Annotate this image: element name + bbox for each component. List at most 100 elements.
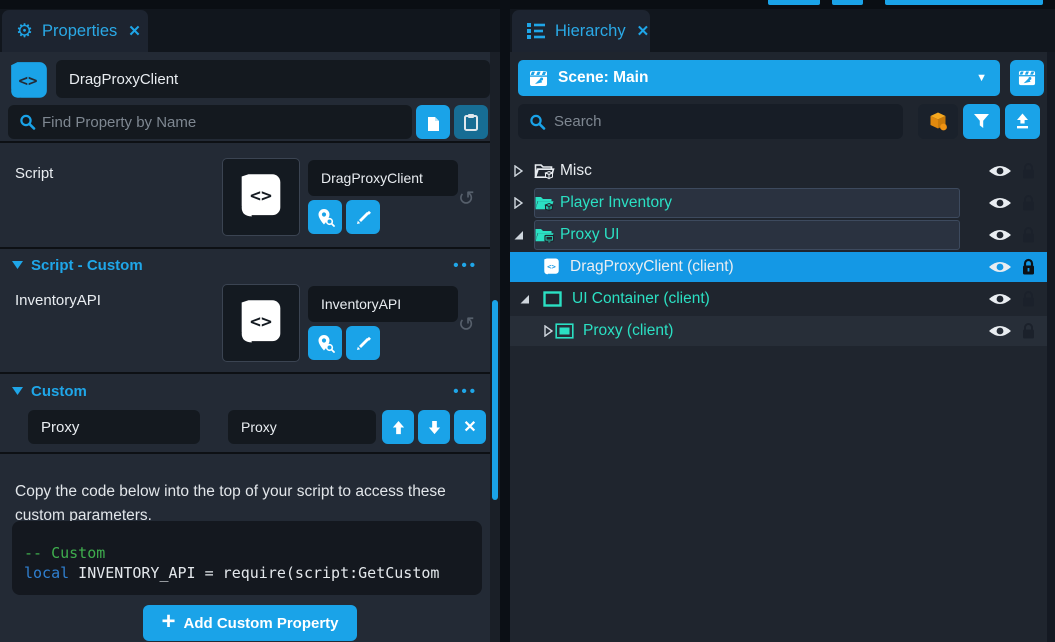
tree-item-label[interactable]: UI Container (client) <box>572 290 710 308</box>
tree-item-label[interactable]: Misc <box>560 162 592 180</box>
tab-hierarchy-label: Hierarchy <box>555 22 626 41</box>
section-script-custom[interactable]: Script - Custom ••• <box>0 253 490 277</box>
visibility-eye-icon[interactable] <box>988 228 1012 243</box>
copy-properties-button[interactable] <box>416 105 450 139</box>
hierarchy-list-icon <box>526 22 546 40</box>
code-text: INVENTORY_API = require(script:GetCustom <box>69 564 439 582</box>
filter-button[interactable] <box>963 104 1000 139</box>
tree-row-misc[interactable]: Misc <box>510 156 1047 186</box>
find-script-asset-button[interactable] <box>308 200 342 234</box>
clipped-toolbar-button[interactable] <box>832 0 863 5</box>
tab-hierarchy[interactable]: Hierarchy ✕ <box>512 10 650 52</box>
visibility-eye-icon[interactable] <box>988 164 1012 179</box>
tree-row-proxy[interactable]: Proxy (client) <box>510 316 1047 346</box>
lock-icon[interactable] <box>1021 323 1036 340</box>
tab-properties[interactable]: ⚙ Properties ✕ <box>2 10 148 52</box>
lock-icon[interactable] <box>1021 227 1036 244</box>
reset-property-icon[interactable]: ↺ <box>458 186 475 211</box>
svg-text:<>: <> <box>250 186 272 207</box>
section-menu-icon[interactable]: ••• <box>453 257 478 274</box>
tree-item-label[interactable]: Proxy (client) <box>583 322 673 340</box>
edit-script-button[interactable] <box>346 200 380 234</box>
tree-item-label[interactable]: Player Inventory <box>560 194 672 212</box>
visibility-eye-icon[interactable] <box>988 260 1012 275</box>
expand-caret-icon[interactable] <box>544 325 553 337</box>
lock-icon[interactable] <box>1021 259 1036 276</box>
hierarchy-search-input[interactable] <box>518 104 903 139</box>
scene-clapperboard-icon <box>529 69 548 88</box>
expand-caret-icon[interactable] <box>514 197 523 209</box>
upload-arrow-icon <box>1014 113 1031 130</box>
edit-inventory-script-button[interactable] <box>346 326 380 360</box>
tree-row-proxy-ui[interactable]: Proxy UI <box>510 220 1047 250</box>
script-value-input[interactable] <box>308 160 458 196</box>
lock-icon[interactable] <box>1021 291 1036 308</box>
divider <box>0 452 490 454</box>
ui-control-icon <box>555 323 574 339</box>
find-property-input[interactable] <box>8 105 412 139</box>
scene-manager-button[interactable] <box>1010 60 1044 96</box>
close-icon[interactable]: ✕ <box>637 22 650 40</box>
move-param-up-button[interactable] <box>382 410 414 444</box>
paste-properties-button[interactable] <box>454 105 488 139</box>
script-icon: <> <box>543 258 560 277</box>
expand-caret-icon[interactable] <box>514 165 523 177</box>
inventory-asset-thumbnail[interactable]: <> <box>222 284 300 362</box>
section-collapse-icon[interactable] <box>12 387 23 395</box>
lock-icon[interactable] <box>1021 163 1036 180</box>
custom-param-value-input[interactable] <box>228 410 376 444</box>
arrow-up-icon <box>391 420 406 435</box>
properties-scrollbar-track[interactable] <box>490 52 500 642</box>
clipped-toolbar-button[interactable] <box>885 0 1043 5</box>
code-snippet-block: -- Custom local INVENTORY_API = require(… <box>12 521 482 595</box>
inventory-value-input[interactable] <box>308 286 458 322</box>
section-collapse-icon[interactable] <box>12 261 23 269</box>
object-name-input[interactable] <box>56 60 490 98</box>
visibility-eye-icon[interactable] <box>988 324 1012 339</box>
visibility-eye-icon[interactable] <box>988 292 1012 307</box>
close-icon[interactable]: ✕ <box>128 22 141 40</box>
custom-param-name-field[interactable] <box>28 410 200 444</box>
tree-row-ui-container[interactable]: UI Container (client) <box>510 284 1047 314</box>
visibility-eye-icon[interactable] <box>988 196 1012 211</box>
hierarchy-search-field[interactable] <box>518 104 903 139</box>
code-keyword: local <box>24 564 69 582</box>
collapse-caret-icon[interactable] <box>513 230 524 241</box>
find-inventory-asset-button[interactable] <box>308 326 342 360</box>
lock-icon[interactable] <box>1021 195 1036 212</box>
delete-param-button[interactable]: ✕ <box>454 410 486 444</box>
properties-scrollbar-thumb[interactable] <box>492 300 498 500</box>
section-menu-icon[interactable]: ••• <box>453 383 478 400</box>
tree-item-label[interactable]: DragProxyClient (client) <box>570 258 734 276</box>
add-custom-property-button[interactable]: + Add Custom Property <box>143 605 357 641</box>
object-name-field[interactable] <box>56 60 490 98</box>
clipped-toolbar-button[interactable] <box>768 0 820 5</box>
custom-param-value-field[interactable] <box>228 410 376 444</box>
tab-properties-label: Properties <box>42 22 117 41</box>
section-custom[interactable]: Custom ••• <box>0 379 490 403</box>
inventory-value-field[interactable] <box>308 286 458 322</box>
networked-folder-screen-icon <box>534 226 555 244</box>
chevron-down-icon: ▼ <box>976 72 987 84</box>
folder-cube-icon <box>534 162 555 180</box>
networked-folder-cube-icon <box>534 194 555 212</box>
section-title: Script - Custom <box>31 257 143 274</box>
reset-property-icon[interactable]: ↺ <box>458 312 475 337</box>
networked-filter-button[interactable] <box>918 104 958 139</box>
collapse-export-button[interactable] <box>1005 104 1040 139</box>
collapse-caret-icon[interactable] <box>519 294 530 305</box>
find-property-field[interactable] <box>8 105 412 139</box>
properties-tabbar: ⚙ Properties ✕ <box>0 0 500 52</box>
custom-param-name-input[interactable] <box>28 410 200 444</box>
divider <box>0 141 490 143</box>
move-param-down-button[interactable] <box>418 410 450 444</box>
properties-panel: ⚙ Properties ✕ <> <box>0 0 500 642</box>
scene-selector[interactable]: Scene: Main ▼ <box>518 60 1000 96</box>
tree-row-player-inventory[interactable]: Player Inventory <box>510 188 1047 218</box>
script-asset-thumbnail[interactable]: <> <box>222 158 300 236</box>
tree-item-label[interactable]: Proxy UI <box>560 226 619 244</box>
svg-text:<>: <> <box>547 262 556 271</box>
tree-row-dragproxyclient[interactable]: <> DragProxyClient (client) <box>510 252 1047 282</box>
inventory-row-label: InventoryAPI <box>15 292 101 309</box>
script-value-field[interactable] <box>308 160 458 196</box>
